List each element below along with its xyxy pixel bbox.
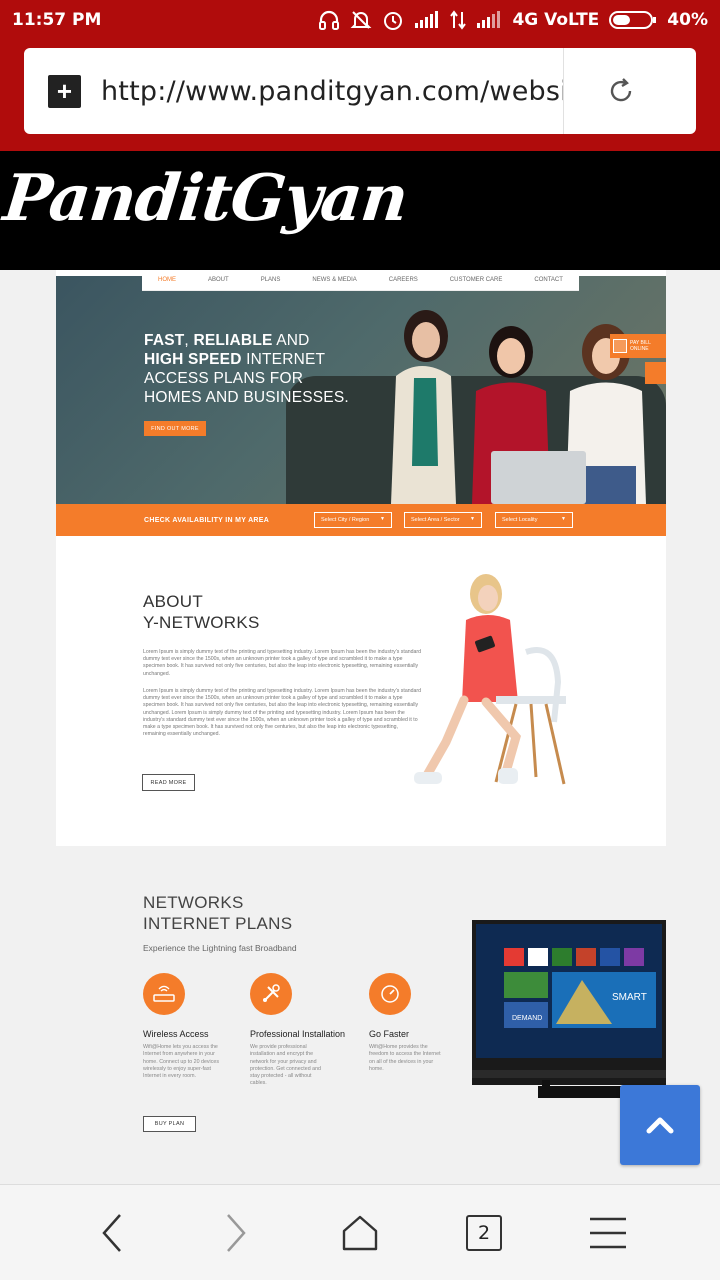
chevron-right-icon	[227, 1214, 246, 1252]
tv-demand-label: DEMAND	[512, 1015, 542, 1022]
plans-heading: NETWORKS INTERNET PLANS	[143, 893, 293, 933]
feature-card: Wireless Access Wifi@Home lets you acces…	[143, 973, 253, 1080]
woman-image	[391, 310, 456, 504]
about-heading: ABOUT Y-NETWORKS	[143, 592, 260, 632]
feature-title: Go Faster	[369, 1029, 410, 1039]
headset-icon	[318, 9, 340, 31]
home-button[interactable]	[340, 1213, 380, 1253]
reload-icon[interactable]	[606, 76, 636, 106]
feature-description: We provide professional installation and…	[250, 1044, 321, 1087]
scroll-to-top-button[interactable]	[620, 1085, 700, 1165]
about-paragraph: Lorem Ipsum is simply dummy text of the …	[143, 649, 421, 677]
find-out-more-button[interactable]: FIND OUT MORE	[144, 421, 206, 436]
page-viewport[interactable]: FAST, RELIABLE AND HIGH SPEED INTERNET A…	[0, 270, 720, 1184]
nav-plans[interactable]: PLANS	[261, 277, 281, 283]
tabs-button[interactable]: 2	[464, 1213, 504, 1253]
hero-banner: FAST, RELIABLE AND HIGH SPEED INTERNET A…	[56, 276, 666, 504]
feature-title: Professional Installation	[250, 1029, 346, 1039]
caret-down-icon: ▼	[470, 516, 475, 522]
forward-button[interactable]	[216, 1213, 256, 1253]
mute-icon	[350, 9, 372, 31]
buy-plan-button[interactable]: BUY PLAN	[143, 1116, 196, 1132]
speedometer-icon	[369, 973, 411, 1015]
logo-banner: PanditGyan	[0, 151, 720, 270]
network-label: 4G VoLTE	[512, 10, 600, 30]
tools-icon	[250, 973, 292, 1015]
plans-section: NETWORKS INTERNET PLANS Experience the L…	[56, 846, 666, 1184]
menu-button[interactable]	[588, 1213, 628, 1253]
back-button[interactable]	[92, 1213, 132, 1253]
smart-tv-image: DEMAND SMART	[472, 920, 666, 1098]
nav-careers[interactable]: CAREERS	[389, 277, 418, 283]
site-container: FAST, RELIABLE AND HIGH SPEED INTERNET A…	[56, 270, 666, 1184]
chevron-up-icon	[646, 1117, 674, 1134]
plus-icon[interactable]: +	[48, 74, 81, 108]
browser-toolbar: + http://www.panditgyan.com/websites	[0, 40, 720, 151]
address-bar[interactable]: + http://www.panditgyan.com/websites	[24, 48, 696, 134]
hero-headline: FAST, RELIABLE AND HIGH SPEED INTERNET A…	[144, 332, 349, 406]
caret-down-icon: ▼	[561, 516, 566, 522]
about-section: ABOUT Y-NETWORKS Lorem Ipsum is simply d…	[56, 536, 666, 846]
tab-count: 2	[466, 1215, 502, 1251]
feature-description: Wifi@Home lets you access the Internet f…	[143, 1044, 219, 1080]
status-bar: 11:57 PM 4G VoLTE 40%	[0, 0, 720, 40]
battery-icon	[609, 10, 657, 30]
signal-icon	[414, 11, 440, 29]
tv-brand-label: SMART	[612, 992, 647, 1003]
hamburger-menu-icon	[590, 1217, 626, 1249]
availability-bar: CHECK AVAILABILITY IN MY AREA Select Cit…	[56, 504, 666, 536]
battery-percent: 40%	[667, 10, 708, 30]
feature-description: Wifi@Home provides the freedom to access…	[369, 1044, 441, 1072]
url-field[interactable]: http://www.panditgyan.com/websites	[101, 76, 563, 107]
pay-bill-button[interactable]: PAY BILL ONLINE	[610, 334, 666, 358]
feature-card: Go Faster Wifi@Home provides the freedom…	[369, 973, 479, 1073]
feature-card: Professional Installation We provide pro…	[250, 973, 360, 1088]
nav-home[interactable]: HOME	[158, 277, 176, 283]
signal2-icon	[476, 11, 502, 29]
select-area-dropdown[interactable]: Select Area / Sector ▼	[404, 512, 482, 528]
select-locality-dropdown[interactable]: Select Locality ▼	[495, 512, 573, 528]
plans-subtitle: Experience the Lightning fast Broadband	[143, 943, 297, 953]
select-city-dropdown[interactable]: Select City / Region ▼	[314, 512, 392, 528]
side-tab-button[interactable]	[645, 362, 666, 384]
nav-about[interactable]: ABOUT	[208, 277, 229, 283]
site-logo[interactable]: PanditGyan	[0, 161, 411, 236]
router-icon	[143, 973, 185, 1015]
url-divider	[563, 48, 564, 134]
feature-title: Wireless Access	[143, 1029, 209, 1039]
nav-news-media[interactable]: NEWS & MEDIA	[312, 277, 356, 283]
read-more-button[interactable]: READ MORE	[142, 774, 195, 791]
bill-icon	[613, 339, 627, 353]
about-paragraph: Lorem Ipsum is simply dummy text of the …	[143, 688, 421, 738]
chevron-left-icon	[102, 1214, 121, 1252]
browser-bottom-bar: 2	[0, 1184, 720, 1280]
availability-label: CHECK AVAILABILITY IN MY AREA	[144, 516, 270, 524]
status-time: 11:57 PM	[12, 10, 102, 30]
data-arrows-icon	[450, 10, 467, 30]
home-icon	[342, 1215, 378, 1251]
site-nav: HOME ABOUT PLANS NEWS & MEDIA CAREERS CU…	[142, 270, 579, 291]
laptop-image	[491, 451, 586, 504]
alarm-icon	[382, 9, 404, 31]
nav-customer-care[interactable]: CUSTOMER CARE	[450, 277, 503, 283]
woman-on-chair-image	[414, 574, 566, 785]
nav-contact[interactable]: CONTACT	[534, 277, 563, 283]
caret-down-icon: ▼	[380, 516, 385, 522]
